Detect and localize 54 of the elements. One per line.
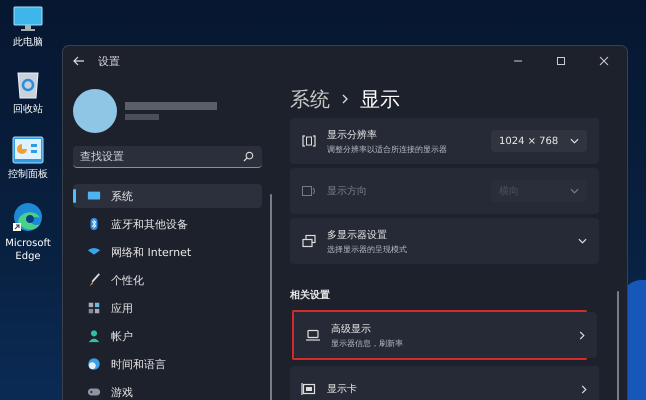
dropdown[interactable]: 1024 × 768 bbox=[491, 130, 587, 152]
sidebar-item[interactable]: 帐户 bbox=[73, 324, 262, 348]
two-screens-icon bbox=[301, 233, 317, 249]
desktop-icon-label[interactable]: 此电脑 bbox=[2, 36, 54, 49]
apps-icon bbox=[87, 301, 101, 315]
setting-title: 高级显示 bbox=[331, 322, 372, 336]
setting-title: 多显示器设置 bbox=[327, 228, 388, 242]
chevron-right-icon bbox=[579, 330, 585, 340]
chevron-down-icon bbox=[578, 238, 587, 244]
breadcrumb-parent[interactable]: 系统 bbox=[290, 86, 330, 112]
sidebar-item[interactable]: 个性化 bbox=[73, 268, 262, 292]
setting-title: 显示分辨率 bbox=[327, 128, 378, 142]
desktop-icon-label[interactable]: 回收站 bbox=[2, 103, 54, 116]
sidebar-item[interactable]: 时间和语言 bbox=[73, 352, 262, 376]
rotate-screen-icon bbox=[301, 183, 317, 199]
brush-icon bbox=[87, 273, 101, 287]
setting-description: 调整分辨率以适合所连接的显示器 bbox=[327, 144, 448, 154]
window-title: 设置 bbox=[98, 54, 120, 68]
close-icon[interactable] bbox=[599, 56, 609, 66]
desktop-icon-label[interactable]: Microsoft Edge bbox=[2, 237, 54, 263]
scrollbar[interactable] bbox=[270, 194, 272, 400]
setting-card[interactable]: 高级显示 显示器信息，刷新率 bbox=[294, 312, 597, 358]
maximize-icon[interactable] bbox=[556, 56, 566, 66]
sidebar-item[interactable]: 游戏 bbox=[73, 380, 262, 400]
back-arrow-icon[interactable] bbox=[73, 56, 85, 66]
chevron-down-icon bbox=[570, 188, 579, 194]
chevron-right-icon bbox=[342, 94, 348, 104]
setting-description: 选择显示器的呈现模式 bbox=[327, 244, 408, 254]
setting-card[interactable]: 显示分辨率 调整分辨率以适合所连接的显示器 1024 × 768 bbox=[290, 118, 599, 164]
avatar bbox=[73, 89, 117, 133]
search-icon bbox=[243, 151, 254, 162]
setting-card[interactable]: 多显示器设置 选择显示器的呈现模式 bbox=[290, 218, 599, 264]
section-heading: 相关设置 bbox=[290, 288, 331, 302]
sidebar-item[interactable]: 应用 bbox=[73, 296, 262, 320]
blurred-email bbox=[125, 114, 159, 120]
setting-card[interactable]: 显示卡 bbox=[290, 366, 599, 400]
monitor-icon[interactable] bbox=[13, 6, 43, 32]
sidebar-item[interactable]: 系统 bbox=[73, 184, 262, 208]
chevron-down-icon bbox=[570, 138, 579, 144]
desktop-icon-label[interactable]: 控制面板 bbox=[2, 168, 54, 181]
person-icon bbox=[87, 329, 101, 343]
setting-title: 显示卡 bbox=[327, 382, 358, 396]
resize-icon bbox=[301, 133, 317, 149]
laptop-icon bbox=[305, 327, 321, 343]
chevron-right-icon bbox=[581, 384, 587, 394]
sidebar-item[interactable]: 网络和 Internet bbox=[73, 240, 262, 264]
browser-icon[interactable] bbox=[12, 201, 44, 233]
graphics-card-icon bbox=[301, 381, 317, 397]
page-title: 显示 bbox=[360, 86, 400, 112]
sidebar-item[interactable]: 蓝牙和其他设备 bbox=[73, 212, 262, 236]
control-panel-icon[interactable] bbox=[12, 136, 44, 164]
setting-title: 显示方向 bbox=[327, 184, 368, 198]
search-field[interactable]: 查找设置 bbox=[73, 146, 262, 168]
setting-description: 显示器信息，刷新率 bbox=[331, 338, 404, 348]
